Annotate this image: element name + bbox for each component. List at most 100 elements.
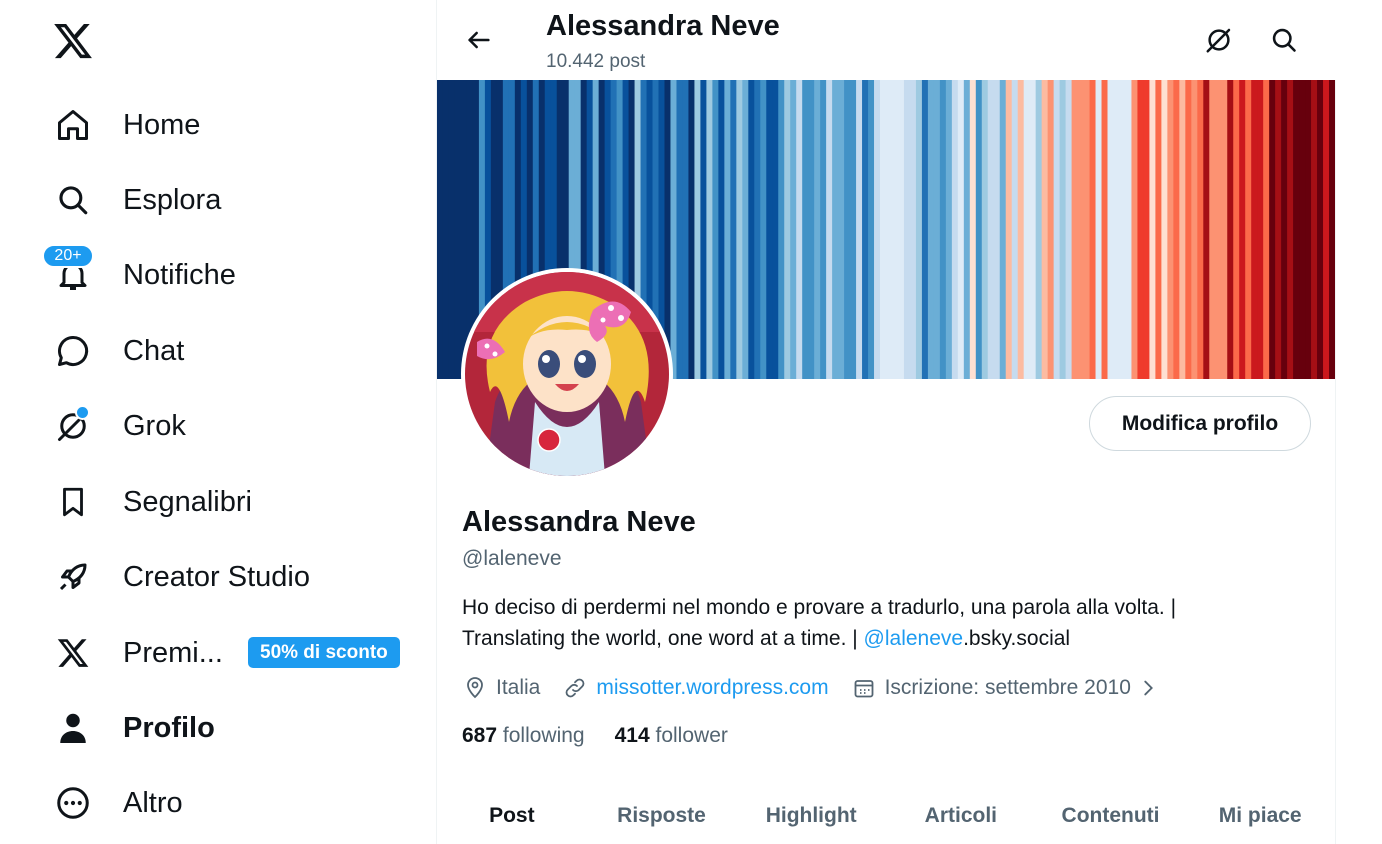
nav-profile[interactable]: Profilo: [48, 700, 215, 756]
header-post-count: 10.442 post: [546, 51, 646, 72]
followers-count: 414: [614, 724, 650, 747]
banner-stripe: [688, 80, 696, 379]
nav-home[interactable]: Home: [48, 97, 200, 153]
nav-grok[interactable]: Grok: [48, 398, 186, 454]
banner-stripe: [682, 80, 690, 379]
banner-stripe: [1287, 80, 1294, 379]
banner-stripe: [790, 80, 797, 379]
banner-stripe: [969, 80, 977, 379]
banner-stripe: [1167, 80, 1174, 379]
profile-joined[interactable]: Iscrizione: settembre 2010: [851, 675, 1161, 701]
sidebar: Home Esplora 20+ Notifiche Chat Grok Seg…: [0, 0, 436, 844]
profile-website: missotter.wordpress.com: [562, 675, 829, 701]
banner-stripe: [730, 80, 737, 379]
more-circle-icon: [48, 778, 98, 828]
banner-stripe: [1233, 80, 1240, 379]
follow-stats: 687 following 414 follower: [462, 724, 758, 748]
banner-stripe: [442, 80, 450, 379]
banner-stripe: [754, 80, 761, 379]
x-logo-icon: [48, 628, 98, 678]
profile-bio: Ho deciso di perdermi nel mondo e provar…: [462, 592, 1312, 654]
banner-stripe: [1227, 80, 1234, 379]
banner-stripe: [951, 80, 959, 379]
banner-stripe: [886, 80, 893, 379]
banner-stripe: [1077, 80, 1085, 379]
tab-highlights[interactable]: Highlight: [736, 792, 886, 844]
banner-stripe: [1317, 80, 1324, 379]
nav-label: Profilo: [123, 711, 215, 744]
nav-chat[interactable]: Chat: [48, 323, 184, 379]
banner-stripe: [1239, 80, 1246, 379]
banner-stripe: [1161, 80, 1168, 379]
banner-stripe: [1173, 80, 1180, 379]
banner-stripe: [981, 80, 989, 379]
grok-new-dot: [75, 405, 90, 420]
banner-stripe: [1131, 80, 1139, 379]
profile-display-name: Alessandra Neve: [462, 506, 696, 538]
tab-likes[interactable]: Mi piace: [1185, 792, 1335, 844]
banner-stripe: [939, 80, 947, 379]
x-logo-icon[interactable]: [52, 20, 94, 62]
banner-stripe: [909, 80, 917, 379]
arrow-left-icon: [468, 31, 490, 49]
banner-stripe: [963, 80, 971, 379]
banner-stripe: [1053, 80, 1061, 379]
following-link[interactable]: 687 following: [462, 724, 585, 748]
premium-discount-badge[interactable]: 50% di sconto: [248, 637, 400, 668]
profile-meta: Italia missotter.wordpress.com Iscrizion…: [462, 672, 1183, 704]
bio-text: Translating the world, one word at a tim…: [462, 627, 864, 650]
nav-notifications[interactable]: 20+ Notifiche: [42, 244, 236, 303]
banner-stripe: [1041, 80, 1049, 379]
banner-stripe: [868, 80, 875, 379]
banner-stripe: [712, 80, 719, 379]
banner-stripe: [999, 80, 1007, 379]
search-icon: [48, 175, 98, 225]
website-link[interactable]: missotter.wordpress.com: [596, 676, 828, 700]
banner-stripe: [1107, 80, 1115, 379]
followers-link[interactable]: 414 follower: [615, 724, 728, 748]
profile-avatar[interactable]: [461, 268, 673, 480]
rocket-icon: [48, 552, 98, 602]
edit-profile-button[interactable]: Modifica profilo: [1089, 396, 1311, 451]
grok-icon: [1206, 28, 1231, 53]
bio-text: .bsky.social: [963, 627, 1071, 650]
bio-mention-link[interactable]: @laleneve: [864, 627, 964, 650]
banner-stripe: [1155, 80, 1162, 379]
profile-header-bar: Alessandra Neve 10.442 post: [437, 0, 1337, 80]
banner-stripe: [874, 80, 881, 379]
search-button[interactable]: [1264, 20, 1304, 60]
grok-button[interactable]: [1199, 20, 1239, 60]
banner-stripe: [1035, 80, 1043, 379]
bell-icon: 20+: [42, 244, 98, 300]
nav-explore[interactable]: Esplora: [48, 172, 221, 228]
banner-stripe: [814, 80, 821, 379]
grok-icon: [48, 401, 98, 451]
banner-stripe: [1095, 80, 1103, 379]
banner-stripe: [832, 80, 839, 379]
banner-stripe: [460, 80, 468, 379]
banner-stripe: [742, 80, 749, 379]
nav-bookmarks[interactable]: Segnalibri: [48, 474, 252, 530]
banner-stripe: [736, 80, 743, 379]
banner-stripe: [760, 80, 767, 379]
nav-label: Altro: [123, 786, 183, 819]
tab-post[interactable]: Post: [437, 792, 587, 844]
banner-stripe: [706, 80, 713, 379]
joined-text: Iscrizione: settembre 2010: [884, 676, 1131, 699]
banner-stripe: [1263, 80, 1270, 379]
banner-stripe: [1125, 80, 1133, 379]
banner-stripe: [1059, 80, 1067, 379]
banner-stripe: [844, 80, 851, 379]
banner-stripe: [1119, 80, 1127, 379]
banner-stripe: [1029, 80, 1037, 379]
nav-creator-studio[interactable]: Creator Studio: [48, 549, 310, 605]
bio-line: Translating the world, one word at a tim…: [462, 623, 1312, 654]
tab-articles[interactable]: Articoli: [886, 792, 1036, 844]
banner-stripe: [1191, 80, 1198, 379]
tab-media[interactable]: Contenuti: [1036, 792, 1186, 844]
tab-replies[interactable]: Risposte: [587, 792, 737, 844]
nav-more[interactable]: Altro: [48, 775, 183, 831]
location-pin-icon: [462, 675, 488, 701]
nav-premium[interactable]: Premi...: [48, 625, 223, 681]
back-button[interactable]: [459, 20, 499, 60]
